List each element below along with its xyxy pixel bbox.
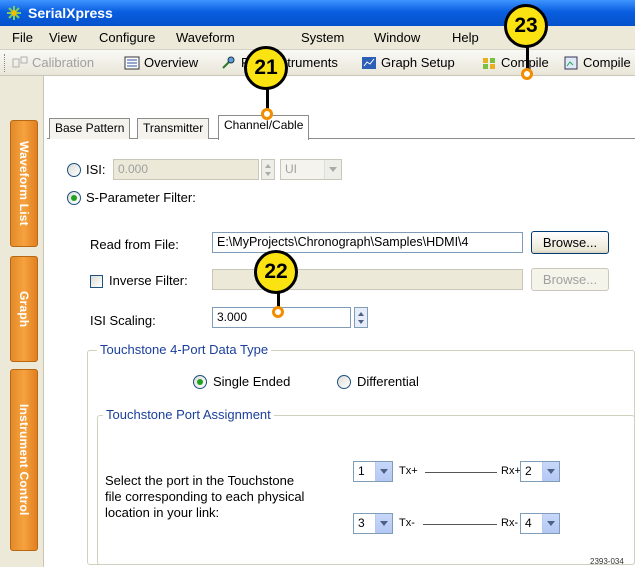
figure-id: 2393-034 (590, 557, 624, 566)
tx-minus-label: Tx- (399, 517, 415, 529)
tx-plus-port-value: 1 (358, 464, 365, 478)
isi-unit-select[interactable]: UI (280, 159, 342, 180)
rx-plus-port-value: 2 (525, 464, 532, 478)
calibration-button[interactable]: Calibration (12, 55, 94, 70)
port-assignment-group-title: Touchstone Port Assignment (103, 407, 274, 422)
rx-minus-port-value: 4 (525, 516, 532, 530)
chevron-down-icon (542, 462, 559, 481)
inverse-filter-browse-button[interactable]: Browse... (531, 268, 609, 291)
compile-second-button[interactable]: Compile (563, 55, 631, 70)
tab-channel-cable-label: Channel/Cable (224, 118, 304, 132)
graph-setup-label: Graph Setup (381, 55, 455, 70)
port-description-line1: Select the port in the Touchstone (105, 473, 295, 488)
chevron-down-icon (324, 160, 341, 179)
menu-view[interactable]: View (49, 30, 77, 45)
differential-label: Differential (357, 374, 419, 389)
compile-document-icon (564, 56, 578, 69)
isi-radio[interactable] (67, 163, 81, 177)
port-description-line2: file corresponding to each physical (105, 489, 305, 504)
tab-transmitter-label: Transmitter (143, 121, 204, 135)
callout-21: 21 (244, 46, 288, 90)
sparam-label: S-Parameter Filter: (86, 190, 196, 205)
port-description-line3: location in your link: (105, 505, 220, 520)
isi-value-field[interactable]: 0.000 (113, 159, 259, 180)
calibration-icon (12, 56, 28, 67)
tx-minus-port-value: 3 (358, 516, 365, 530)
tab-instrument-control-label: Instrument Control (17, 404, 31, 516)
channel-cable-panel: ISI: 0.000 UI S-Parameter Filter: Read f… (47, 139, 635, 565)
sparam-radio[interactable] (67, 191, 81, 205)
tab-transmitter[interactable]: Transmitter (137, 118, 210, 139)
single-ended-radio[interactable] (193, 375, 207, 389)
tab-base-pattern-label: Base Pattern (55, 121, 125, 135)
menu-help[interactable]: Help (452, 30, 479, 45)
vertical-tab-bar: Waveform List Graph Instrument Control (0, 76, 44, 567)
isi-label: ISI: (86, 162, 106, 177)
data-type-group-title: Touchstone 4-Port Data Type (97, 342, 272, 357)
menu-file[interactable]: File (12, 30, 33, 45)
menu-window[interactable]: Window (374, 30, 420, 45)
read-file-browse-button[interactable]: Browse... (531, 231, 609, 254)
menu-waveform[interactable]: Waveform (176, 30, 235, 45)
graph-setup-icon (362, 56, 376, 69)
callout-23: 23 (504, 4, 548, 48)
differential-radio[interactable] (337, 375, 351, 389)
chevron-down-icon (375, 514, 392, 533)
menu-system[interactable]: System (301, 30, 344, 45)
rx-plus-port-select[interactable]: 2 (520, 461, 560, 482)
tab-base-pattern[interactable]: Base Pattern (49, 118, 131, 139)
property-tabs: Base Pattern Transmitter Channel/Cable (47, 115, 635, 140)
isi-spinner[interactable] (261, 159, 275, 180)
overview-button[interactable]: Overview (124, 55, 198, 70)
tab-instrument-control[interactable]: Instrument Control (10, 369, 38, 551)
compile-button[interactable]: Compile (481, 55, 549, 70)
toolbar-grip[interactable] (4, 54, 7, 72)
read-file-label: Read from File: (90, 237, 179, 252)
single-ended-label: Single Ended (213, 374, 291, 389)
callout-23-marker (521, 68, 533, 80)
chevron-down-icon (375, 462, 392, 481)
isi-unit-value: UI (285, 162, 297, 176)
toolbar: Calibration Overview Find Instruments Gr… (0, 50, 635, 76)
menu-configure[interactable]: Configure (99, 30, 155, 45)
serialxpress-app-icon (7, 6, 21, 20)
chevron-down-icon (542, 514, 559, 533)
tab-waveform-list[interactable]: Waveform List (10, 120, 38, 247)
inverse-filter-checkbox[interactable] (90, 275, 103, 288)
isi-scaling-spinner[interactable] (354, 307, 368, 328)
tx-minus-port-select[interactable]: 3 (353, 513, 393, 534)
rx-minus-port-select[interactable]: 4 (520, 513, 560, 534)
tab-graph[interactable]: Graph (10, 256, 38, 362)
inverse-filter-label: Inverse Filter: (109, 273, 188, 288)
tx-plus-label: Tx+ (399, 465, 418, 477)
tx-plus-link-line (425, 472, 497, 473)
compile-second-label: Compile (583, 55, 631, 70)
rx-plus-label: Rx+ (501, 465, 521, 477)
app-window: SerialXpress File View Configure Wavefor… (0, 0, 635, 567)
callout-21-marker (261, 108, 273, 120)
tab-waveform-list-label: Waveform List (17, 141, 31, 226)
compile-icon (483, 57, 495, 69)
read-file-path-field[interactable]: E:\MyProjects\Chronograph\Samples\HDMI\4 (212, 232, 523, 253)
find-instruments-icon (222, 56, 235, 69)
tab-graph-label: Graph (17, 290, 31, 328)
tx-plus-port-select[interactable]: 1 (353, 461, 393, 482)
callout-22: 22 (254, 250, 298, 294)
window-title: SerialXpress (28, 5, 113, 21)
graph-setup-button[interactable]: Graph Setup (361, 55, 455, 70)
isi-scaling-label: ISI Scaling: (90, 313, 156, 328)
tx-minus-link-line (423, 524, 497, 525)
callout-22-marker (272, 306, 284, 318)
calibration-label: Calibration (32, 55, 95, 70)
overview-label: Overview (144, 55, 199, 70)
rx-minus-label: Rx- (501, 517, 519, 529)
overview-icon (124, 56, 140, 69)
